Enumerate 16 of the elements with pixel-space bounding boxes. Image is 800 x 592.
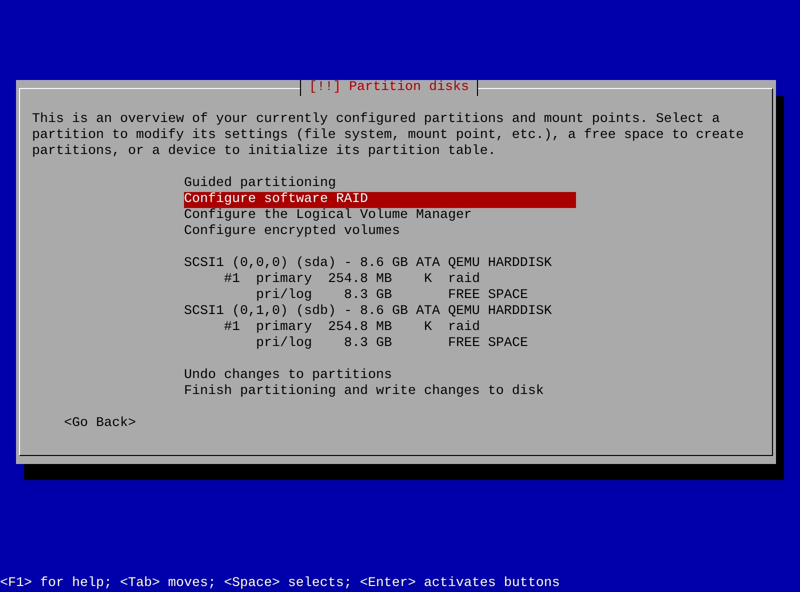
- menu-item[interactable]: Configure software RAID: [184, 192, 576, 208]
- partition-row[interactable]: pri/log 8.3 GB FREE SPACE: [184, 336, 576, 352]
- menu-item[interactable]: Finish partitioning and write changes to disk: [184, 384, 576, 400]
- partition-row[interactable]: #1 primary 254.8 MB K raid: [184, 272, 576, 288]
- dialog-title: [!!] Partition disks: [300, 80, 478, 96]
- menu-item[interactable]: SCSI1 (0,1,0) (sdb) - 8.6 GB ATA QEMU HARDDISK: [184, 304, 576, 320]
- menu-item[interactable]: SCSI1 (0,0,0) (sda) - 8.6 GB ATA QEMU HARDDISK: [184, 256, 576, 272]
- menu-item[interactable]: Guided partitioning: [184, 176, 576, 192]
- help-line: <F1> for help; <Tab> moves; <Space> selects; <Enter> activates buttons: [0, 576, 560, 592]
- menu-item[interactable]: Configure encrypted volumes: [184, 224, 576, 240]
- description-text: This is an overview of your currently configured partitions and mount points. Select a partition to modify its settings (file system, mount point, etc.), a free space to create partitions, or a device to initialize its partition table.: [32, 112, 745, 160]
- menu-item[interactable]: Undo changes to partitions: [184, 368, 576, 384]
- partition-row[interactable]: pri/log 8.3 GB FREE SPACE: [184, 288, 576, 304]
- menu-item[interactable]: Configure the Logical Volume Manager: [184, 208, 576, 224]
- partition-row[interactable]: #1 primary 254.8 MB K raid: [184, 320, 576, 336]
- go-back-button[interactable]: <Go Back>: [64, 416, 136, 432]
